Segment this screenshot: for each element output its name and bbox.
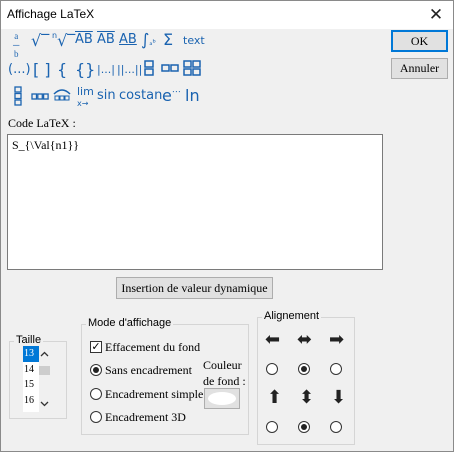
parentheses-icon[interactable]: (...) xyxy=(8,62,31,77)
insert-dynamic-value-button[interactable]: Insertion de valeur dynamique xyxy=(116,277,273,299)
cos-icon[interactable]: cos xyxy=(119,88,141,103)
braces-icon[interactable]: {} xyxy=(75,60,95,79)
taille-listbox[interactable]: 13 14 15 16 xyxy=(23,346,39,412)
mode-title: Mode d'affichage xyxy=(86,317,174,329)
sqrt-icon[interactable]: √‾ xyxy=(31,31,49,50)
align-center-horizontal-icon: ⬌ xyxy=(297,329,313,350)
code-label: Code LaTeX : xyxy=(8,116,76,130)
close-icon[interactable]: ✕ xyxy=(423,3,449,27)
matrix-2x1-icon[interactable] xyxy=(144,60,154,76)
radio-align-top[interactable] xyxy=(266,421,278,433)
overline-icon[interactable]: AB xyxy=(97,32,115,47)
overbrace-icon[interactable] xyxy=(53,87,71,101)
background-color-button[interactable] xyxy=(204,388,240,409)
sin-icon[interactable]: sin xyxy=(97,88,116,103)
radio-simple-frame-label: Encadrement simple xyxy=(105,387,204,401)
exp-icon[interactable]: e⋯ xyxy=(162,86,181,105)
matrix-2x2-icon[interactable] xyxy=(183,60,201,76)
nth-root-icon[interactable]: n√‾ xyxy=(52,31,75,50)
window-title: Affichage LaTeX xyxy=(7,7,95,21)
sum-icon[interactable]: Σ xyxy=(163,30,173,49)
chevron-up-icon[interactable] xyxy=(40,351,49,357)
underline-icon[interactable]: AB xyxy=(119,32,137,47)
title-bar: Affichage LaTeX ✕ xyxy=(1,1,453,29)
radio-3d-frame-label: Encadrement 3D xyxy=(105,410,186,424)
align-left-icon: ⬅ xyxy=(265,329,281,350)
radio-no-frame[interactable] xyxy=(90,364,102,376)
tan-icon[interactable]: tan xyxy=(141,88,162,103)
erase-background-label: Effacement du fond xyxy=(105,340,201,354)
list-item[interactable]: 13 xyxy=(23,346,39,362)
text-icon[interactable]: text xyxy=(183,34,205,47)
list-item[interactable]: 14 xyxy=(23,362,39,378)
color-label-line1: Couleur xyxy=(203,358,242,372)
taille-title: Taille xyxy=(14,334,44,346)
radio-no-frame-label: Sans encadrement xyxy=(105,363,192,377)
radio-align-center-h[interactable] xyxy=(298,363,310,375)
integral-icon[interactable]: ∫ₐᵇ xyxy=(141,30,156,49)
latex-dialog: Affichage LaTeX ✕ a ─ b √‾ n√‾ AB AB AB ∫ₐ… xyxy=(0,0,454,452)
align-center-vertical-icon: ⬍ xyxy=(299,387,315,408)
brackets-icon[interactable]: [ ] xyxy=(33,60,51,79)
radio-simple-frame[interactable] xyxy=(90,388,102,400)
alignment-title: Alignement xyxy=(262,310,322,322)
align-top-icon: ⬆ xyxy=(267,387,283,408)
ln-icon[interactable]: ln xyxy=(185,86,200,105)
list-item[interactable]: 15 xyxy=(23,377,39,393)
radio-align-center-v[interactable] xyxy=(298,421,310,433)
overline-arrow-icon[interactable]: AB xyxy=(75,32,93,47)
norm-icon[interactable]: ||...|| xyxy=(117,63,142,76)
ok-button[interactable]: OK xyxy=(391,30,448,52)
limit-icon[interactable]: lim x→ xyxy=(77,86,94,109)
chevron-down-icon[interactable] xyxy=(40,401,49,407)
cancel-button[interactable]: Annuler xyxy=(391,58,448,79)
matrix-3x1-icon[interactable] xyxy=(14,86,22,106)
latex-code-input[interactable]: S_{\Val{n1}} xyxy=(7,134,383,270)
fraction-icon[interactable]: a ─ b xyxy=(13,32,19,59)
align-bottom-icon: ⬇ xyxy=(331,387,347,408)
radio-3d-frame[interactable] xyxy=(90,411,102,423)
taille-scrollbar[interactable] xyxy=(39,346,50,412)
scroll-thumb[interactable] xyxy=(39,366,50,375)
matrix-1x2-icon[interactable] xyxy=(161,64,179,72)
abs-icon[interactable]: |...| xyxy=(97,63,115,76)
matrix-1x3-icon[interactable] xyxy=(31,93,49,100)
radio-align-right[interactable] xyxy=(330,363,342,375)
radio-align-left[interactable] xyxy=(266,363,278,375)
radio-align-bottom[interactable] xyxy=(330,421,342,433)
brace-icon[interactable]: { xyxy=(57,60,67,79)
color-label-line2: de fond : xyxy=(203,374,246,388)
align-right-icon: ➡ xyxy=(329,329,345,350)
list-item[interactable]: 16 xyxy=(23,393,39,409)
erase-background-checkbox[interactable]: ✓ xyxy=(90,341,102,353)
